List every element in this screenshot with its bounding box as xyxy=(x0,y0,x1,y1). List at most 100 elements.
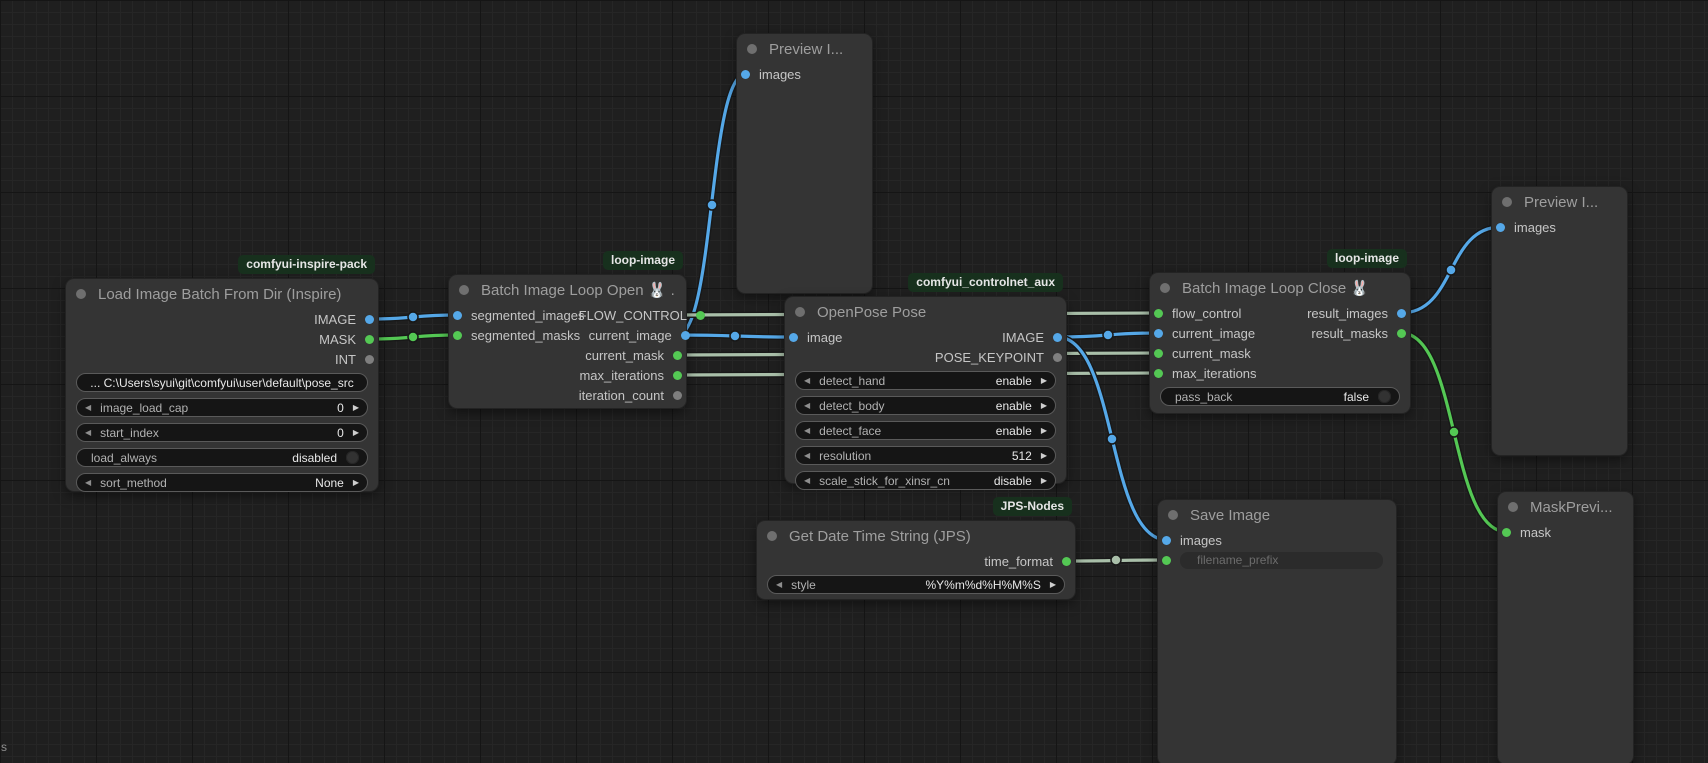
sort_method-widget[interactable]: ◀sort_methodNone▶ xyxy=(76,473,368,492)
slot-row: iteration_count xyxy=(449,385,686,405)
INT-output-port[interactable] xyxy=(365,355,374,364)
POSE_KEYPOINT-output-port[interactable] xyxy=(1053,353,1062,362)
filename_prefix-input-port[interactable] xyxy=(1162,556,1171,565)
max_iterations-output-port[interactable] xyxy=(673,371,682,380)
scale_stick_for_xinsr_cn-widget[interactable]: ◀scale_stick_for_xinsr_cndisable▶ xyxy=(795,471,1056,490)
resolution-widget[interactable]: ◀resolution512▶ xyxy=(795,446,1056,465)
current_mask-output-port[interactable] xyxy=(673,351,682,360)
decrement-arrow-icon[interactable]: ◀ xyxy=(776,576,782,593)
collapse-dot-icon[interactable] xyxy=(459,285,469,295)
load_always-widget[interactable]: load_alwaysdisabled xyxy=(76,448,368,467)
pass_back-widget[interactable]: pass_backfalse xyxy=(1160,387,1400,406)
node-header[interactable]: Preview I... xyxy=(737,34,872,64)
increment-arrow-icon[interactable]: ▶ xyxy=(1041,372,1047,389)
decrement-arrow-icon[interactable]: ◀ xyxy=(804,397,810,414)
node-get-date-time-string[interactable]: JPS-NodesGet Date Time String (JPS)time_… xyxy=(757,521,1075,599)
start_index-widget[interactable]: ◀start_index0▶ xyxy=(76,423,368,442)
IMAGE-output-port[interactable] xyxy=(1053,333,1062,342)
detect_face-widget[interactable]: ◀detect_faceenable▶ xyxy=(795,421,1056,440)
current_image-output-slot: current_image xyxy=(580,328,682,343)
time_format-output-port[interactable] xyxy=(1062,557,1071,566)
FLOW_CONTROL-output-port[interactable] xyxy=(696,311,705,320)
image_load_cap-widget[interactable]: ◀image_load_cap0▶ xyxy=(76,398,368,417)
node-load-image-batch-from-dir[interactable]: comfyui-inspire-packLoad Image Batch Fro… xyxy=(66,279,378,491)
toggle-knob-icon[interactable] xyxy=(1378,390,1391,403)
slot-row: current_mask xyxy=(1150,343,1410,363)
node-header[interactable]: MaskPrevi... xyxy=(1498,492,1633,522)
node-batch-image-loop-open[interactable]: loop-imageBatch Image Loop Open 🐰 ...seg… xyxy=(449,275,686,408)
collapse-dot-icon[interactable] xyxy=(76,289,86,299)
node-save-image[interactable]: Save Imageimagesfilename_prefix xyxy=(1158,500,1396,763)
max_iterations-input-port[interactable] xyxy=(1154,369,1163,378)
IMAGE-output-port[interactable] xyxy=(365,315,374,324)
node-preview-image-right[interactable]: Preview I... images xyxy=(1492,187,1627,455)
node-header[interactable]: Preview I... xyxy=(1492,187,1627,217)
node-mask-preview[interactable]: MaskPrevi...mask xyxy=(1498,492,1633,763)
iteration_count-output-port[interactable] xyxy=(673,391,682,400)
node-header[interactable]: Load Image Batch From Dir (Inspire) xyxy=(66,279,378,309)
current_image-output-port[interactable] xyxy=(681,331,690,340)
input-label: segmented_images xyxy=(471,308,584,323)
widget-label: load_always xyxy=(91,451,157,465)
increment-arrow-icon[interactable]: ▶ xyxy=(353,474,359,491)
current_mask-input-port[interactable] xyxy=(1154,349,1163,358)
decrement-arrow-icon[interactable]: ◀ xyxy=(804,372,810,389)
result_masks-output-port[interactable] xyxy=(1397,329,1406,338)
node-header[interactable]: Save Image xyxy=(1158,500,1396,530)
image-input-port[interactable] xyxy=(789,333,798,342)
decrement-arrow-icon[interactable]: ◀ xyxy=(804,472,810,489)
style-widget[interactable]: ◀style%Y%m%d%H%M%S▶ xyxy=(767,575,1065,594)
decrement-arrow-icon[interactable]: ◀ xyxy=(804,422,810,439)
node-header[interactable]: Get Date Time String (JPS) xyxy=(757,521,1075,551)
node-preview-image-top[interactable]: Preview I...images xyxy=(737,34,872,293)
detect_hand-widget[interactable]: ◀detect_handenable▶ xyxy=(795,371,1056,390)
text-value-widget[interactable]: ... C:\Users\syui\git\comfyui\user\defau… xyxy=(76,373,368,392)
input-label: images xyxy=(1514,220,1556,235)
images-input-port[interactable] xyxy=(1162,536,1171,545)
collapse-dot-icon[interactable] xyxy=(1168,510,1178,520)
widget-label: detect_hand xyxy=(819,374,885,388)
collapse-dot-icon[interactable] xyxy=(1502,197,1512,207)
increment-arrow-icon[interactable]: ▶ xyxy=(1050,576,1056,593)
decrement-arrow-icon[interactable]: ◀ xyxy=(85,424,91,441)
collapse-dot-icon[interactable] xyxy=(795,307,805,317)
node-title: MaskPrevi... xyxy=(1530,499,1613,516)
INT-output-slot: INT xyxy=(326,352,374,367)
node-title: Batch Image Loop Open 🐰 ... xyxy=(481,281,676,299)
node-header[interactable]: OpenPose Pose xyxy=(785,297,1066,327)
decrement-arrow-icon[interactable]: ◀ xyxy=(85,474,91,491)
collapse-dot-icon[interactable] xyxy=(747,44,757,54)
images-input-port[interactable] xyxy=(1496,223,1505,232)
mask-input-port[interactable] xyxy=(1502,528,1511,537)
filename_prefix-converted-widget[interactable]: filename_prefix xyxy=(1180,552,1383,569)
collapse-dot-icon[interactable] xyxy=(767,531,777,541)
segmented_masks-input-port[interactable] xyxy=(453,331,462,340)
collapse-dot-icon[interactable] xyxy=(1160,283,1170,293)
slot-row: POSE_KEYPOINT xyxy=(785,347,1066,367)
input-label: image xyxy=(807,330,842,345)
node-header[interactable]: Batch Image Loop Close 🐰 xyxy=(1150,273,1410,303)
input-label: max_iterations xyxy=(1172,366,1257,381)
increment-arrow-icon[interactable]: ▶ xyxy=(353,399,359,416)
node-openpose-pose[interactable]: comfyui_controlnet_auxOpenPose Poseimage… xyxy=(785,297,1066,483)
detect_body-widget[interactable]: ◀detect_bodyenable▶ xyxy=(795,396,1056,415)
toggle-knob-icon[interactable] xyxy=(346,451,359,464)
increment-arrow-icon[interactable]: ▶ xyxy=(1041,447,1047,464)
node-batch-image-loop-close[interactable]: loop-imageBatch Image Loop Close 🐰flow_c… xyxy=(1150,273,1410,413)
decrement-arrow-icon[interactable]: ◀ xyxy=(85,399,91,416)
MASK-output-port[interactable] xyxy=(365,335,374,344)
increment-arrow-icon[interactable]: ▶ xyxy=(353,424,359,441)
collapse-dot-icon[interactable] xyxy=(1508,502,1518,512)
images-input-port[interactable] xyxy=(741,70,750,79)
node-graph-canvas[interactable]: comfyui-inspire-packLoad Image Batch Fro… xyxy=(0,0,1708,763)
result_images-output-port[interactable] xyxy=(1397,309,1406,318)
widget-value: 0 xyxy=(337,401,344,415)
current_image-input-port[interactable] xyxy=(1154,329,1163,338)
flow_control-input-port[interactable] xyxy=(1154,309,1163,318)
increment-arrow-icon[interactable]: ▶ xyxy=(1041,422,1047,439)
segmented_images-input-port[interactable] xyxy=(453,311,462,320)
increment-arrow-icon[interactable]: ▶ xyxy=(1041,472,1047,489)
increment-arrow-icon[interactable]: ▶ xyxy=(1041,397,1047,414)
decrement-arrow-icon[interactable]: ◀ xyxy=(804,447,810,464)
node-header[interactable]: Batch Image Loop Open 🐰 ... xyxy=(449,275,686,305)
